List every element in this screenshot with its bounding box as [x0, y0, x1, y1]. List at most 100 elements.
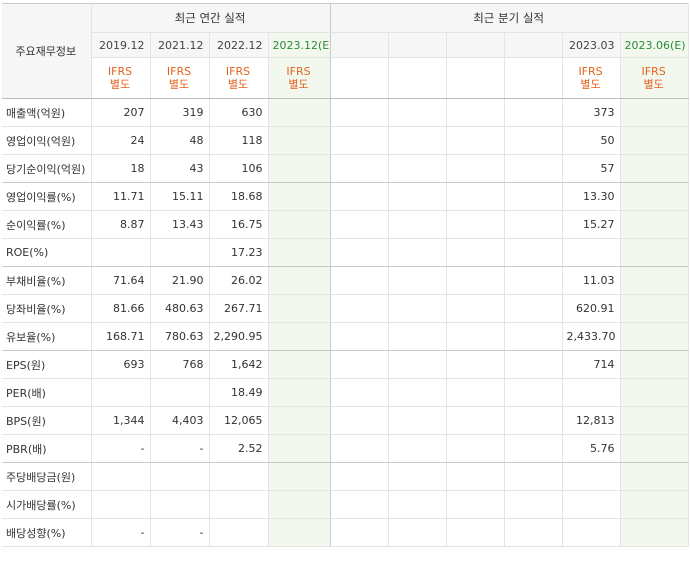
- annual-value-cell: [268, 406, 331, 435]
- quarter-value-cell: [504, 154, 563, 183]
- basis-type: 별도: [168, 78, 190, 91]
- annual-value-cell: 16.75: [209, 210, 269, 239]
- annual-value-cell: 480.63: [150, 294, 210, 323]
- annual-value-cell: 630: [209, 98, 269, 127]
- basis-type: 별도: [643, 78, 664, 91]
- quarter-value-cell: [388, 350, 447, 379]
- quarter-value-cell: [388, 518, 447, 547]
- quarter-value-cell: [620, 322, 689, 351]
- annual-value-cell: [209, 490, 269, 519]
- quarter-value-cell: [446, 518, 505, 547]
- annual-value-cell: 780.63: [150, 322, 210, 351]
- quarter-value-cell: [446, 350, 505, 379]
- table-row: 부채비율(%) 71.64 21.90 26.02 11.03: [2, 266, 689, 295]
- quarter-value-cell: [330, 322, 389, 351]
- annual-value-cell: 24: [91, 126, 151, 155]
- annual-value-cell: 207: [91, 98, 151, 127]
- annual-value-cell: [268, 126, 331, 155]
- annual-value-cell: 43: [150, 154, 210, 183]
- annual-value-cell: 12,065: [209, 406, 269, 435]
- quarter-value-cell: [388, 266, 447, 295]
- annual-value-cell: 18: [91, 154, 151, 183]
- table-row: 당좌비율(%) 81.66 480.63 267.71 620.91: [2, 294, 689, 323]
- quarter-value-cell: [620, 126, 689, 155]
- quarter-value-cell: [620, 154, 689, 183]
- annual-value-cell: [268, 462, 331, 491]
- quarter-value-cell: [620, 266, 689, 295]
- annual-value-cell: -: [150, 518, 210, 547]
- annual-value-cell: 11.71: [91, 182, 151, 211]
- quarter-value-cell: [620, 182, 689, 211]
- annual-value-cell: 106: [209, 154, 269, 183]
- quarter-value-cell: [620, 518, 689, 547]
- annual-value-cell: [268, 154, 331, 183]
- row-label: 부채비율(%): [2, 266, 92, 295]
- annual-value-cell: 768: [150, 350, 210, 379]
- annual-value-cell: -: [91, 518, 151, 547]
- annual-value-cell: [268, 98, 331, 127]
- quarter-value-cell: 11.03: [562, 266, 621, 295]
- quarter-value-cell: 15.27: [562, 210, 621, 239]
- quarter-value-cell: [446, 294, 505, 323]
- financial-summary-table: 주요재무정보 최근 연간 실적 최근 분기 실적 2019.12 2021.12 2…: [2, 3, 689, 547]
- quarter-value-cell: [504, 378, 563, 407]
- quarter-value-cell: [446, 182, 505, 211]
- quarter-value-cell: [620, 378, 689, 407]
- quarter-value-cell: [446, 378, 505, 407]
- quarter-value-cell: 620.91: [562, 294, 621, 323]
- quarter-value-cell: [562, 490, 621, 519]
- annual-value-cell: 1,344: [91, 406, 151, 435]
- annual-value-cell: 15.11: [150, 182, 210, 211]
- quarter-value-cell: 373: [562, 98, 621, 127]
- quarter-value-cell: [388, 182, 447, 211]
- basis-standard: IFRS: [286, 65, 311, 78]
- accounting-basis-label: IFRS 별도: [150, 57, 210, 99]
- quarter-value-cell: [620, 294, 689, 323]
- quarter-value-cell: [504, 182, 563, 211]
- quarter-value-cell: [620, 490, 689, 519]
- quarter-value-cell: [504, 490, 563, 519]
- quarter-value-cell: [388, 406, 447, 435]
- quarter-value-cell: [504, 210, 563, 239]
- quarter-value-cell: [388, 322, 447, 351]
- quarter-value-cell: [562, 462, 621, 491]
- quarter-value-cell: [388, 378, 447, 407]
- table-row: 주당배당금(원): [2, 462, 689, 491]
- basis-standard: IFRS: [107, 65, 133, 78]
- quarter-value-cell: [620, 210, 689, 239]
- annual-value-cell: -: [91, 434, 151, 463]
- accounting-basis-label: IFRS 별도: [620, 57, 689, 99]
- accounting-basis-label: IFRS 별도: [209, 57, 269, 99]
- annual-value-cell: 26.02: [209, 266, 269, 295]
- quarter-value-cell: [504, 266, 563, 295]
- table-row: EPS(원) 693 768 1,642 714: [2, 350, 689, 379]
- annual-value-cell: 1,642: [209, 350, 269, 379]
- quarter-value-cell: 714: [562, 350, 621, 379]
- quarter-value-cell: [504, 126, 563, 155]
- quarter-value-cell: [504, 350, 563, 379]
- quarter-value-cell: [620, 462, 689, 491]
- quarter-value-cell: [388, 154, 447, 183]
- quarter-section-title: 최근 분기 실적: [330, 3, 689, 33]
- annual-value-cell: -: [150, 434, 210, 463]
- quarter-value-cell: [330, 294, 389, 323]
- quarter-value-cell: [446, 210, 505, 239]
- annual-period-header: 2019.12: [91, 32, 151, 58]
- annual-value-cell: 13.43: [150, 210, 210, 239]
- annual-value-cell: 81.66: [91, 294, 151, 323]
- annual-value-cell: 17.23: [209, 238, 269, 267]
- accounting-basis-label: [330, 57, 389, 99]
- table-body: 매출액(억원) 207 319 630 373 영업이익(억원) 24 48 118 50 당기순이…: [2, 98, 689, 547]
- annual-value-cell: [150, 490, 210, 519]
- row-label: 영업이익률(%): [2, 182, 92, 211]
- accounting-basis-label: IFRS 별도: [268, 57, 331, 99]
- quarter-value-cell: [620, 238, 689, 267]
- basis-type: 별도: [580, 78, 601, 91]
- annual-value-cell: [268, 294, 331, 323]
- quarter-value-cell: 57: [562, 154, 621, 183]
- quarter-value-cell: 12,813: [562, 406, 621, 435]
- quarter-value-cell: [330, 98, 389, 127]
- annual-value-cell: 693: [91, 350, 151, 379]
- table-row: 영업이익(억원) 24 48 118 50: [2, 126, 689, 155]
- accounting-basis-label: [388, 57, 447, 99]
